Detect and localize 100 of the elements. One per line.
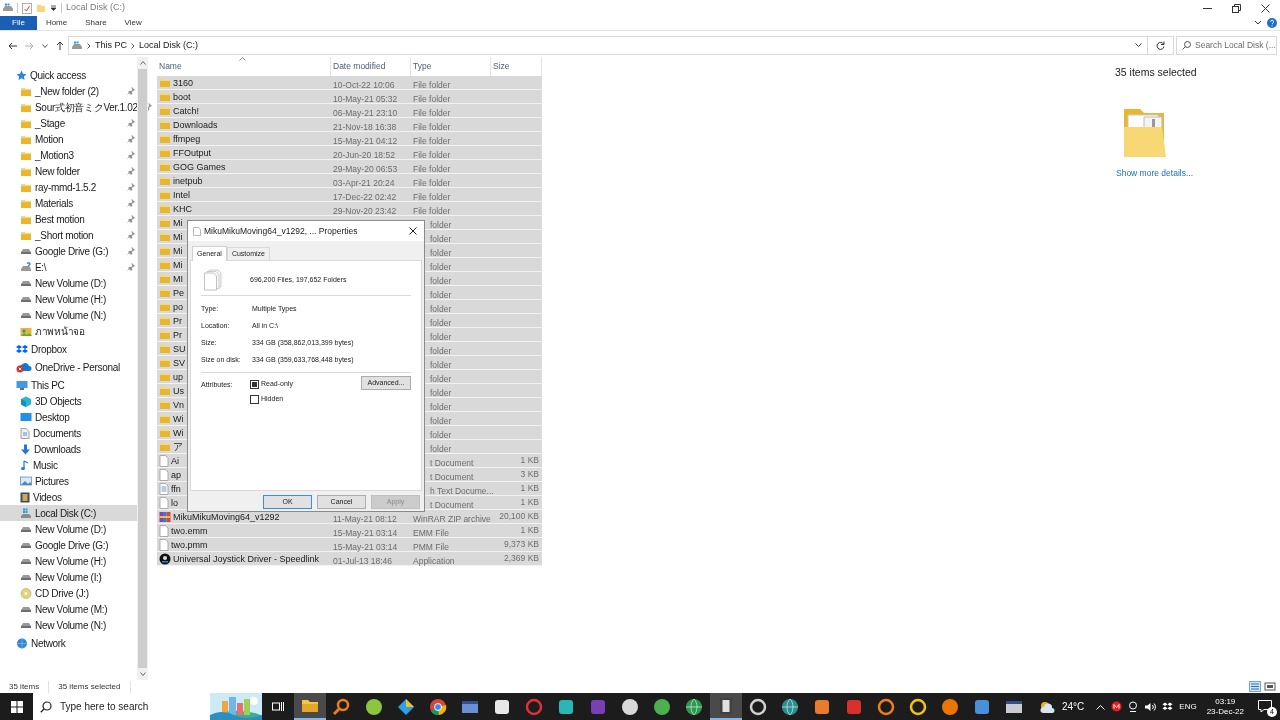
nav-label: ภาพหน้าจอ — [35, 324, 85, 339]
file-type: t Document — [430, 457, 474, 468]
file-name: Vn — [173, 398, 184, 411]
date-modified: 15-May-21 04:12 — [333, 135, 398, 146]
date-modified: 03-Apr-21 20:24 — [333, 177, 395, 188]
file-name: po — [173, 300, 183, 313]
nav-label: Downloads — [34, 442, 81, 457]
temperature: 24°C — [1061, 700, 1085, 714]
date-modified: 10-May-21 05:32 — [333, 93, 398, 104]
date-modified: 17-Dec-22 02:42 — [333, 191, 397, 202]
file-type: t Document — [430, 471, 474, 482]
file-type: WinRAR ZIP archive — [413, 513, 491, 524]
file-type: PMM File — [413, 541, 449, 552]
file-type: File folder — [413, 205, 451, 216]
file-type: File folder — [413, 177, 451, 188]
file-name: ア — [173, 440, 183, 453]
file-name: lo — [171, 496, 178, 509]
file-size: 1 KB — [520, 496, 539, 509]
file-type: folder — [430, 359, 452, 370]
nav-label: Dropbox — [31, 342, 67, 357]
file-name: Mi — [173, 258, 183, 271]
date-modified: 20-Jun-20 18:52 — [333, 149, 395, 160]
date-modified: 29-Nov-20 23:42 — [333, 205, 397, 216]
file-name: KHC — [173, 202, 192, 215]
file-type: folder — [430, 331, 452, 342]
file-name: FFOutput — [173, 146, 211, 159]
file-name: Mi — [173, 244, 183, 257]
nav-label: Materials — [35, 196, 73, 211]
file-type: folder — [430, 261, 452, 272]
file-name: inetpub — [173, 174, 203, 187]
nav-label: Videos — [33, 490, 62, 505]
file-name: SV — [173, 356, 185, 369]
nav-label: New Volume (H:) — [35, 554, 107, 569]
file-name: ap — [171, 468, 181, 481]
nav-label: Network — [31, 636, 66, 651]
nav-label: OneDrive - Personal — [35, 360, 120, 375]
file-name: Pr — [173, 314, 182, 327]
file-name: Mi — [173, 216, 183, 229]
file-name: MI — [173, 272, 183, 285]
window-title: Local Disk (C:) — [66, 1, 125, 15]
file-type: folder — [430, 415, 452, 426]
item-count: 35 items — [0, 680, 50, 693]
file-type: folder — [430, 443, 452, 454]
file-name: boot — [173, 90, 191, 103]
nav-label: CD Drive (J:) — [35, 586, 89, 601]
file-name: Downloads — [173, 118, 218, 131]
file-type: folder — [430, 233, 452, 244]
file-type: folder — [430, 401, 452, 412]
file-name: up — [173, 370, 183, 383]
nav-label: Pictures — [35, 474, 69, 489]
nav-label: Sour式初音ミクVer.1.02 — [35, 100, 138, 115]
file-name: Mi — [173, 230, 183, 243]
file-type: folder — [430, 387, 452, 398]
file-type: t Document — [430, 499, 474, 510]
file-type: File folder — [413, 149, 451, 160]
file-type: h Text Docume... — [430, 485, 494, 496]
file-type: folder — [430, 275, 452, 286]
file-type: File folder — [413, 163, 451, 174]
nav-label: New folder — [35, 164, 80, 179]
file-name: ffn — [171, 482, 181, 495]
date-modified: 15-May-21 03:14 — [333, 527, 398, 538]
file-type: folder — [430, 219, 452, 230]
clock-time: 03:19 — [1215, 696, 1236, 707]
selection-count: 35 items selected — [49, 680, 131, 693]
nav-label: Quick access — [30, 68, 86, 83]
date-modified: 06-May-21 23:10 — [333, 107, 398, 118]
file-size: 2,369 KB — [504, 552, 539, 565]
date-modified: 15-May-21 03:14 — [333, 541, 398, 552]
nav-label: New Volume (I:) — [35, 570, 102, 585]
file-type: folder — [430, 247, 452, 258]
nav-label: Local Disk (C:) — [35, 506, 97, 521]
file-size: 20,100 KB — [499, 510, 539, 523]
file-name: ffmpeg — [173, 132, 201, 145]
file-size: 1 KB — [520, 454, 539, 467]
file-type: EMM File — [413, 527, 449, 538]
file-name: Catch! — [173, 104, 199, 117]
clock-date: 23-Dec-22 — [1206, 706, 1244, 717]
selection-summary: 35 items selected — [1115, 65, 1197, 80]
file-type: folder — [430, 289, 452, 300]
nav-label: _Stage — [35, 116, 65, 131]
file-name: Wi — [173, 412, 184, 425]
nav-label: _Motion3 — [35, 148, 74, 163]
nav-label: New Volume (N:) — [35, 618, 107, 633]
nav-label: ray-mmd-1.5.2 — [35, 180, 97, 195]
nav-label: 3D Objects — [35, 394, 82, 409]
file-type: File folder — [413, 79, 451, 90]
date-modified: 29-May-20 06:53 — [333, 163, 398, 174]
date-modified: 10-Oct-22 10:06 — [333, 79, 395, 90]
file-size: 3 KB — [520, 468, 539, 481]
file-type: File folder — [413, 121, 451, 132]
file-name: Us — [173, 384, 184, 397]
file-type: folder — [430, 345, 452, 356]
nav-label: This PC — [31, 378, 65, 393]
nav-label: Google Drive (G:) — [35, 244, 109, 259]
nav-label: New Volume (D:) — [35, 522, 107, 537]
nav-label: Music — [33, 458, 58, 473]
nav-label: E:\ — [35, 260, 47, 275]
file-name: Ai — [171, 454, 179, 467]
file-type: Application — [413, 555, 455, 566]
file-type: File folder — [413, 135, 451, 146]
